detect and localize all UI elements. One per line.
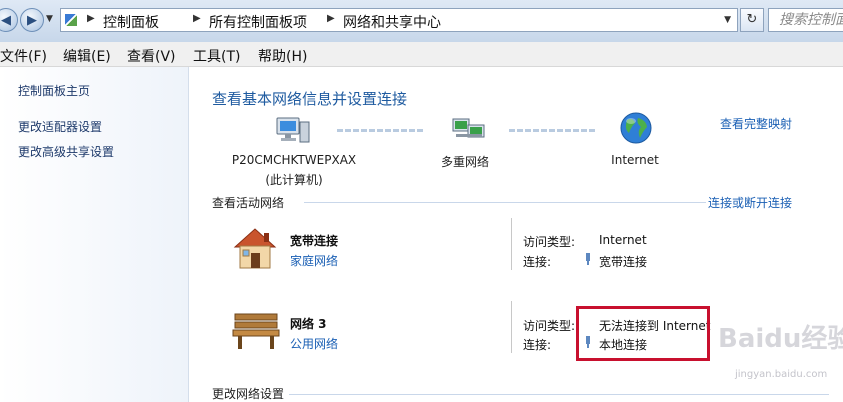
address-bar: ◀ ▶ ▼ ▶ 控制面板 ▶ 所有控制面板项 ▶ 网络和共享中心 ▼ ↻ 搜索控… [0, 0, 843, 42]
search-input[interactable]: 搜索控制面板 [768, 8, 843, 32]
connection-label: 连接: [523, 338, 552, 352]
network-type-link[interactable]: 公用网络 [290, 335, 338, 352]
computer-name: P20CMCHKTWEPXAX [231, 153, 357, 167]
connection-icon [586, 253, 590, 265]
column-divider [511, 301, 512, 353]
network-name: 宽带连接 [290, 234, 339, 248]
section-divider [289, 394, 829, 395]
network-name: 网络 3 [290, 317, 327, 331]
forward-button[interactable]: ▶ [20, 8, 44, 32]
watermark-url: jingyan.baidu.com [735, 369, 828, 380]
back-button[interactable]: ◀ [0, 8, 18, 32]
network-icon [452, 118, 485, 138]
network-node-name: 多重网络 [440, 155, 489, 169]
watermark-logo: Baidu经验 [718, 324, 843, 354]
highlight-box [576, 306, 710, 361]
menu-bar: 文件(F) 编辑(E) 查看(V) 工具(T) 帮助(H) [0, 42, 843, 67]
sidebar-item-home[interactable]: 控制面板主页 [18, 82, 90, 99]
address-dropdown-icon[interactable]: ▼ [724, 15, 731, 25]
connection-line [337, 129, 423, 132]
globe-icon [620, 112, 652, 144]
computer-icon [276, 117, 310, 143]
chevron-right-icon[interactable]: ▶ [327, 13, 335, 24]
menu-help[interactable]: 帮助(H) [258, 46, 307, 66]
connection-line [509, 129, 595, 132]
breadcrumb-item[interactable]: 所有控制面板项 [209, 12, 307, 32]
active-networks-header: 查看活动网络 [212, 196, 285, 210]
bench-icon [232, 313, 280, 349]
breadcrumb-item[interactable]: 网络和共享中心 [343, 12, 441, 32]
control-panel-icon [65, 14, 77, 26]
page-title: 查看基本网络信息并设置连接 [212, 90, 408, 108]
connect-disconnect-link[interactable]: 连接或断开连接 [708, 194, 792, 211]
full-map-link[interactable]: 查看完整映射 [720, 115, 792, 132]
house-icon [233, 228, 277, 269]
column-divider [511, 218, 512, 270]
menu-file[interactable]: 文件(F) [0, 46, 47, 66]
sidebar-item-adapter-settings[interactable]: 更改适配器设置 [18, 118, 102, 135]
computer-subtitle: (此计算机) [265, 173, 323, 187]
internet-node-name: Internet [611, 153, 659, 167]
chevron-right-icon[interactable]: ▶ [87, 13, 95, 24]
recent-pages-chevron-icon[interactable]: ▼ [46, 14, 53, 24]
access-type-label: 访问类型: [523, 319, 576, 333]
access-type-value: Internet [599, 233, 647, 247]
menu-edit[interactable]: 编辑(E) [63, 46, 111, 66]
change-settings-header: 更改网络设置 [212, 387, 285, 401]
refresh-button[interactable]: ↻ [740, 8, 764, 32]
sidebar: 控制面板主页 更改适配器设置 更改高级共享设置 [0, 67, 189, 402]
sidebar-item-advanced-sharing[interactable]: 更改高级共享设置 [18, 143, 114, 160]
breadcrumb[interactable]: ▶ 控制面板 ▶ 所有控制面板项 ▶ 网络和共享中心 ▼ [60, 8, 738, 32]
network-type-link[interactable]: 家庭网络 [290, 252, 338, 269]
breadcrumb-item[interactable]: 控制面板 [103, 12, 159, 32]
menu-tools[interactable]: 工具(T) [193, 46, 240, 66]
section-divider [304, 202, 706, 203]
connection-label: 连接: [523, 255, 552, 269]
access-type-label: 访问类型: [523, 235, 576, 249]
chevron-right-icon[interactable]: ▶ [193, 13, 201, 24]
menu-view[interactable]: 查看(V) [127, 46, 176, 66]
connection-link[interactable]: 宽带连接 [599, 253, 647, 270]
